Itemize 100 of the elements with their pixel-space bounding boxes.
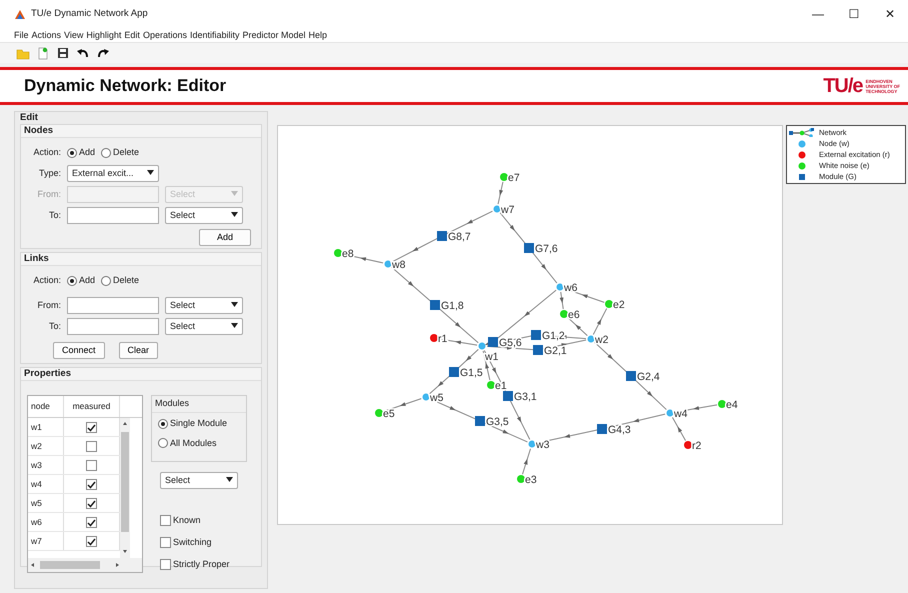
menu-item[interactable]: Actions xyxy=(32,29,62,41)
dropdown[interactable]: Select xyxy=(165,318,243,335)
node-dot[interactable] xyxy=(684,441,692,449)
node-label: w7 xyxy=(501,204,514,216)
table-cell: w6 xyxy=(31,516,42,528)
checkbox[interactable] xyxy=(86,478,97,490)
node-label: G3,1 xyxy=(514,391,537,403)
checkbox[interactable] xyxy=(86,460,97,470)
section-title: Links xyxy=(21,253,261,266)
node-label: e5 xyxy=(383,408,395,420)
checkbox-label: Switching xyxy=(173,536,212,549)
node-dot[interactable] xyxy=(478,342,486,350)
node-dot[interactable] xyxy=(556,284,564,290)
node-dot[interactable] xyxy=(487,381,495,389)
node-label: e2 xyxy=(613,299,625,311)
checkbox[interactable] xyxy=(160,536,171,548)
node-label: G1,8 xyxy=(441,300,464,312)
checkbox[interactable] xyxy=(160,514,171,526)
node-label: r2 xyxy=(692,440,702,452)
radio-button[interactable] xyxy=(101,276,112,286)
node-label: G2,4 xyxy=(637,371,660,383)
radio-label: Add xyxy=(79,146,96,159)
node-dot[interactable] xyxy=(430,334,438,342)
node-dot[interactable] xyxy=(500,173,508,181)
close-button[interactable]: ✕ xyxy=(872,5,908,23)
checkbox-label: Known xyxy=(173,514,201,526)
dropdown[interactable]: Select xyxy=(160,472,238,490)
node-label: G7,6 xyxy=(535,243,558,255)
undo-icon[interactable] xyxy=(76,46,90,60)
node-dot[interactable] xyxy=(384,260,392,268)
maximize-button[interactable]: ☐ xyxy=(836,5,872,23)
node-label: G3,5 xyxy=(486,416,509,428)
node-label: w8 xyxy=(392,259,406,271)
group-title: Modules xyxy=(152,396,246,412)
new-file-icon[interactable] xyxy=(36,46,50,60)
menu-item[interactable]: Help xyxy=(308,29,328,41)
radio-button[interactable] xyxy=(158,418,168,428)
node-label: w3 xyxy=(536,439,550,451)
column-header: node xyxy=(31,400,50,413)
menu-item[interactable]: Highlight xyxy=(86,29,122,41)
clear-button[interactable]: Clear xyxy=(118,342,158,358)
minimize-button[interactable]: — xyxy=(800,5,836,23)
node-dot[interactable] xyxy=(517,475,525,483)
node-label: G5,6 xyxy=(499,337,522,349)
node-dot[interactable] xyxy=(494,206,500,212)
field-label: To: xyxy=(48,208,61,222)
checkbox[interactable] xyxy=(86,516,97,528)
node-label: G4,3 xyxy=(608,424,631,436)
table-cell: w5 xyxy=(31,496,42,510)
menu-item[interactable]: Predictor Model xyxy=(242,29,306,41)
node-dot[interactable] xyxy=(605,300,613,308)
node-dot[interactable] xyxy=(334,249,342,257)
menu-item[interactable]: Identifiability xyxy=(190,29,240,41)
column-header: measured xyxy=(72,400,110,413)
node-label: G2,1 xyxy=(544,345,567,357)
node-label: G8,7 xyxy=(448,231,471,243)
menu-item[interactable]: Edit xyxy=(124,29,140,41)
radio-button[interactable] xyxy=(67,276,77,286)
dropdown[interactable]: Select xyxy=(165,297,243,314)
checkbox[interactable] xyxy=(160,558,171,570)
window-title: TU/e Dynamic Network App xyxy=(31,6,148,21)
radio-label: Add xyxy=(79,274,96,287)
node-dot[interactable] xyxy=(560,310,568,318)
dropdown[interactable]: External excit... xyxy=(67,165,159,182)
node-dot[interactable] xyxy=(666,410,674,416)
app-icon xyxy=(14,8,26,20)
redo-icon[interactable] xyxy=(96,46,110,60)
checkbox[interactable] xyxy=(86,440,97,452)
logo-text: TU/e xyxy=(823,74,863,99)
horizontal-scrollbar[interactable] xyxy=(28,558,142,572)
radio-button[interactable] xyxy=(158,438,168,448)
input-field[interactable] xyxy=(67,297,159,314)
node-dot[interactable] xyxy=(375,409,383,417)
menu-item[interactable]: View xyxy=(64,29,84,41)
node-dot[interactable] xyxy=(422,394,430,400)
checkbox[interactable] xyxy=(86,536,97,546)
connect-button[interactable]: Connect xyxy=(53,342,105,358)
input-field[interactable] xyxy=(67,207,159,224)
field-label: From: xyxy=(36,298,61,312)
node-dot[interactable] xyxy=(718,400,726,408)
node-dot[interactable] xyxy=(588,336,594,342)
add-button[interactable]: Add xyxy=(199,228,251,246)
node-label: G1,5 xyxy=(460,367,483,379)
radio-label: All Modules xyxy=(170,436,217,450)
checkbox[interactable] xyxy=(86,498,97,508)
menu-item[interactable]: File xyxy=(14,29,29,41)
radio-button[interactable] xyxy=(101,148,112,158)
dropdown[interactable]: Select xyxy=(165,207,243,224)
input-field[interactable] xyxy=(67,318,159,335)
node-label: w6 xyxy=(564,282,578,294)
radio-label: Delete xyxy=(113,274,140,287)
menu-item[interactable]: Operations xyxy=(142,29,187,41)
save-icon[interactable] xyxy=(56,46,70,60)
checkbox[interactable] xyxy=(86,422,97,432)
radio-button[interactable] xyxy=(67,148,77,158)
field-label: To: xyxy=(48,320,61,333)
field-label: Action: xyxy=(32,146,61,159)
radio-label: Delete xyxy=(113,146,140,159)
page-title: Dynamic Network: Editor xyxy=(24,75,226,98)
node-dot[interactable] xyxy=(528,440,536,448)
